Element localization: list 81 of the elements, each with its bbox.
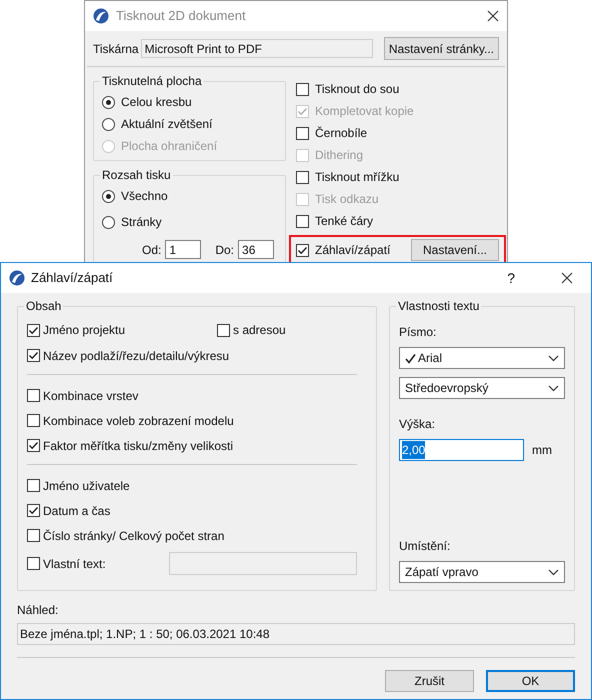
checkbox[interactable]	[217, 324, 230, 336]
radio-button[interactable]	[102, 96, 115, 108]
checkbox-label: Kombinace voleb zobrazení modelu	[43, 412, 234, 430]
checkbox[interactable]	[27, 389, 40, 402]
checkbox-label: Název podlaží/řezu/detailu/výkresu	[43, 348, 230, 364]
checkbox[interactable]	[27, 349, 40, 362]
to-label: Do:	[215, 242, 234, 258]
chevron-down-icon	[548, 354, 559, 362]
checkbox-label: Záhlaví/zápatí	[315, 242, 390, 259]
radio-label: Stránky	[121, 214, 162, 231]
checkbox-label: Dithering	[315, 147, 364, 164]
height-field[interactable]: 2,00	[399, 439, 524, 461]
checkbox-label: Jméno uživatele	[43, 478, 130, 494]
checkbox-label: Tisknout mřížku	[315, 169, 400, 186]
checkbox[interactable]	[296, 82, 309, 96]
placement-dropdown[interactable]: Zápatí vpravo	[399, 561, 565, 583]
placement-label: Umístění:	[399, 538, 452, 555]
checkbox-label: s adresou	[233, 322, 286, 339]
checkbox-label: Kompletovat kopie	[315, 103, 414, 120]
font-dropdown[interactable]: Arial	[399, 347, 565, 369]
checkbox-label: Černobíle	[315, 125, 368, 142]
checkbox-label: Číslo stránky/ Celkový počet stran	[43, 528, 224, 544]
check-icon	[405, 352, 416, 364]
to-field[interactable]: 36	[238, 240, 274, 259]
checkbox[interactable]	[27, 324, 40, 336]
chevron-down-icon	[548, 568, 559, 576]
checkbox[interactable]	[27, 414, 40, 427]
checkbox[interactable]	[296, 214, 309, 228]
page-setup-button[interactable]: Nastavení stránky...	[384, 37, 499, 60]
dialog-button[interactable]: OK	[486, 670, 575, 692]
from-field[interactable]: 1	[165, 240, 202, 259]
window-title: Tisknout 2D dokument	[116, 7, 247, 26]
chevron-down-icon	[548, 384, 559, 392]
checkbox[interactable]	[27, 529, 40, 542]
close-icon[interactable]	[561, 272, 573, 284]
radio-label: Plocha ohraničení	[121, 138, 218, 155]
checkbox[interactable]	[27, 479, 40, 492]
check-icon	[28, 440, 39, 451]
radio-button[interactable]	[102, 118, 115, 130]
radio-label: Aktuální zvětšení	[121, 116, 212, 133]
check-icon	[28, 350, 39, 361]
help-button[interactable]: ?	[507, 268, 515, 288]
group-title: Tisknutelná plocha	[100, 73, 204, 89]
check-icon	[28, 505, 39, 516]
printer-field: Microsoft Print to PDF	[140, 39, 373, 58]
check-icon	[297, 244, 308, 256]
checkbox[interactable]	[27, 557, 40, 570]
dialog-button[interactable]: Zrušit	[385, 670, 474, 692]
checkbox-label: Faktor měřítka tisku/změny velikosti	[43, 438, 234, 454]
unit-label: mm	[532, 442, 552, 459]
printer-label: Tiskárna	[93, 40, 139, 58]
app-logo-icon	[93, 8, 109, 24]
check-icon	[297, 106, 308, 116]
check-icon	[28, 324, 39, 336]
radio-label: Všechno	[121, 188, 168, 205]
charset-dropdown[interactable]: Středoevropský	[399, 377, 565, 399]
checkbox-label: Jméno projektu	[43, 322, 126, 339]
checkbox-label: Tisk odkazu	[315, 191, 379, 208]
preview-field: Beze jména.tpl; 1.NP; 1 : 50; 06.03.2021 10:48	[17, 623, 575, 645]
from-label: Od:	[142, 242, 162, 258]
app-logo-icon	[9, 270, 25, 286]
checkbox[interactable]	[296, 244, 309, 256]
radio-label: Celou kresbu	[121, 94, 192, 111]
font-label: Písmo:	[399, 324, 438, 341]
height-label: Výška:	[399, 416, 436, 433]
checkbox[interactable]	[27, 504, 40, 517]
preview-label: Náhled:	[17, 602, 60, 619]
checkbox-label: Datum a čas	[43, 502, 110, 520]
custom-text-field[interactable]	[169, 552, 357, 575]
checkbox-label: Tenké čáry	[315, 213, 374, 230]
close-icon[interactable]	[487, 10, 499, 22]
checkbox[interactable]	[296, 170, 309, 184]
checkbox[interactable]	[27, 439, 40, 452]
radio-button[interactable]	[102, 216, 115, 228]
radio-button[interactable]	[102, 190, 115, 202]
checkbox[interactable]	[296, 126, 309, 140]
checkbox-label: Vlastní text:	[43, 556, 106, 572]
settings-button[interactable]: Nastavení...	[411, 239, 499, 261]
checkbox-label: Tisknout do sou	[315, 81, 400, 98]
window-title: Záhlaví/zápatí	[31, 269, 114, 288]
checkbox-label: Kombinace vrstev	[43, 388, 138, 404]
